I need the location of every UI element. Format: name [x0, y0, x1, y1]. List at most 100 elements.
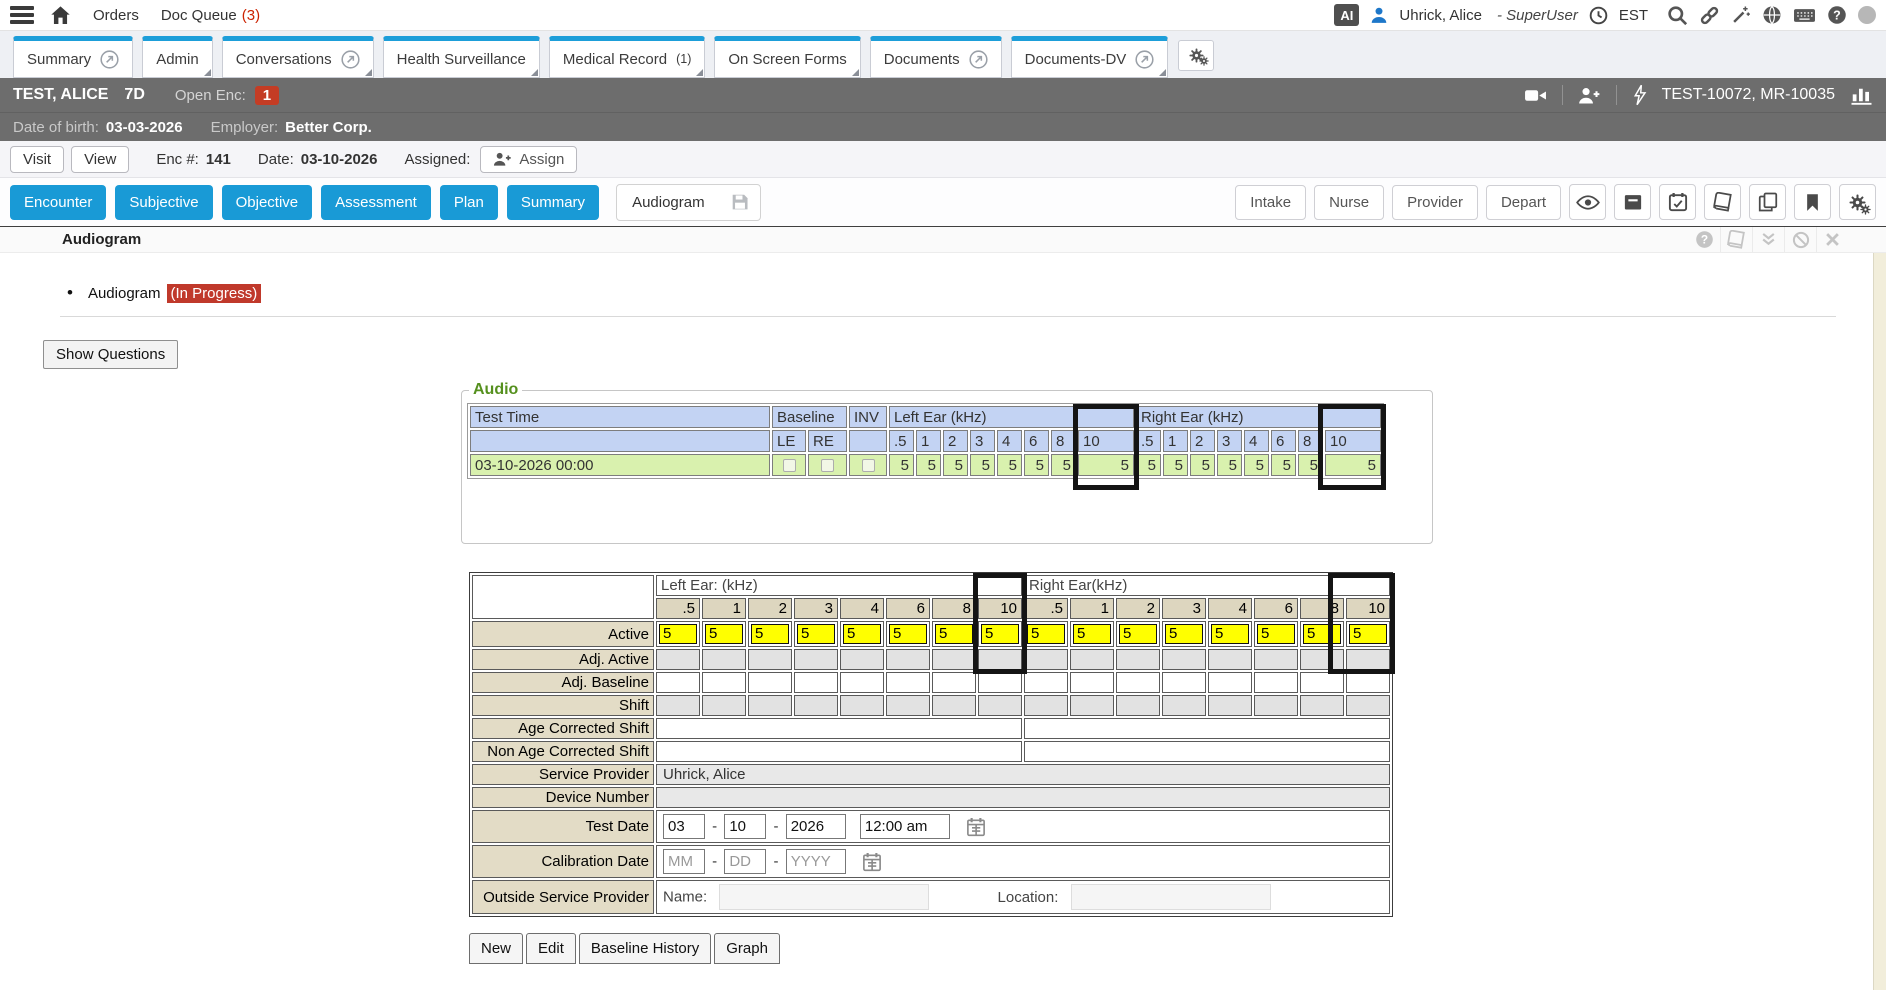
active-threshold-input[interactable]: 5: [843, 624, 881, 644]
user-name[interactable]: Uhrick, Alice: [1399, 7, 1482, 24]
intake-button[interactable]: Intake: [1235, 185, 1306, 220]
depart-button[interactable]: Depart: [1486, 185, 1561, 220]
active-threshold-input[interactable]: 5: [1119, 624, 1157, 644]
calibration-day-input[interactable]: [724, 849, 766, 874]
active-threshold-input[interactable]: 5: [1349, 624, 1387, 644]
external-link-icon[interactable]: [1135, 50, 1154, 69]
test-date-month-input[interactable]: [663, 814, 705, 839]
audiogram-doc-tab[interactable]: Audiogram: [616, 184, 761, 221]
baseline-re-checkbox[interactable]: [821, 459, 834, 472]
active-threshold-input[interactable]: 5: [1303, 624, 1341, 644]
active-threshold-input[interactable]: 5: [659, 624, 697, 644]
tab-health-surveillance[interactable]: Health Surveillance: [383, 36, 540, 78]
external-link-icon[interactable]: [969, 50, 988, 69]
copy-button[interactable]: [1749, 184, 1786, 220]
tab-label: Admin: [156, 51, 199, 68]
calibration-month-input[interactable]: [663, 849, 705, 874]
active-threshold-input[interactable]: 5: [1027, 624, 1065, 644]
search-icon[interactable]: [1667, 5, 1688, 26]
test-date-day-input[interactable]: [724, 814, 766, 839]
active-threshold-input[interactable]: 5: [1073, 624, 1111, 644]
objective-button[interactable]: Objective: [222, 185, 313, 220]
home-icon[interactable]: [50, 5, 71, 26]
tab-medical-record[interactable]: Medical Record (1): [549, 36, 706, 78]
archive-button[interactable]: [1614, 184, 1651, 220]
assign-button[interactable]: Assign: [480, 146, 577, 173]
test-date-calendar-icon[interactable]: [966, 817, 986, 837]
subjective-button[interactable]: Subjective: [115, 185, 212, 220]
edit-button[interactable]: Edit: [526, 933, 576, 964]
calibration-calendar-icon[interactable]: [862, 852, 882, 872]
active-threshold-input[interactable]: 5: [751, 624, 789, 644]
tab-on-screen-forms[interactable]: On Screen Forms: [714, 36, 860, 78]
assessment-button[interactable]: Assessment: [321, 185, 431, 220]
active-threshold-input[interactable]: 5: [797, 624, 835, 644]
view-button[interactable]: View: [71, 146, 129, 173]
tab-conversations[interactable]: Conversations: [222, 36, 374, 78]
new-button[interactable]: New: [469, 933, 523, 964]
add-user-icon[interactable]: [1578, 86, 1601, 105]
open-enc-count-badge[interactable]: 1: [255, 86, 279, 105]
ai-badge[interactable]: AI: [1334, 4, 1359, 26]
baseline-history-button[interactable]: Baseline History: [579, 933, 711, 964]
settings-button[interactable]: [1839, 184, 1876, 220]
orders-link[interactable]: Orders: [93, 7, 139, 24]
bookmark-button[interactable]: [1794, 184, 1831, 220]
active-threshold-input[interactable]: 5: [705, 624, 743, 644]
book-button[interactable]: [1704, 184, 1741, 220]
threshold-value-cell: 5: [1024, 454, 1049, 476]
help-icon[interactable]: ?: [1827, 5, 1847, 25]
show-questions-button[interactable]: Show Questions: [43, 340, 178, 369]
doc-queue-link[interactable]: Doc Queue: [161, 7, 237, 24]
tab-documents[interactable]: Documents: [870, 36, 1002, 78]
summary-button[interactable]: Summary: [507, 185, 599, 220]
outside-service-provider-label: Outside Service Provider: [472, 880, 654, 914]
document-link[interactable]: Audiogram: [88, 285, 161, 302]
lightning-icon[interactable]: [1632, 84, 1647, 106]
external-link-icon[interactable]: [100, 50, 119, 69]
active-threshold-input[interactable]: 5: [981, 624, 1019, 644]
encounter-button[interactable]: Encounter: [10, 185, 106, 220]
provider-button[interactable]: Provider: [1392, 185, 1478, 220]
hamburger-menu-icon[interactable]: [10, 6, 34, 24]
link-icon[interactable]: [1699, 5, 1720, 26]
globe-icon[interactable]: [1762, 5, 1782, 25]
external-link-icon[interactable]: [341, 50, 360, 69]
visit-button[interactable]: Visit: [10, 146, 64, 173]
keyboard-icon[interactable]: [1793, 6, 1816, 25]
active-threshold-input[interactable]: 5: [889, 624, 927, 644]
frequency-header-cell: 4: [840, 598, 884, 619]
close-icon[interactable]: [1816, 227, 1848, 252]
plan-button[interactable]: Plan: [440, 185, 498, 220]
save-icon[interactable]: [720, 185, 760, 220]
book-icon[interactable]: [1720, 227, 1752, 252]
test-date-year-input[interactable]: [786, 814, 846, 839]
eye-button[interactable]: [1569, 184, 1606, 220]
calendar-check-button[interactable]: [1659, 184, 1696, 220]
wand-icon[interactable]: [1731, 5, 1751, 25]
tab-documents-dv[interactable]: Documents-DV: [1011, 36, 1169, 78]
inv-checkbox[interactable]: [862, 459, 875, 472]
ban-icon[interactable]: [1784, 227, 1816, 252]
test-time-input[interactable]: [860, 814, 950, 839]
audio-grid-cell: [1254, 649, 1298, 670]
active-threshold-cell: 5: [1024, 621, 1068, 647]
active-threshold-input[interactable]: 5: [1257, 624, 1295, 644]
calibration-year-input[interactable]: [786, 849, 846, 874]
tab-settings-button[interactable]: [1178, 40, 1214, 71]
active-threshold-input[interactable]: 5: [1211, 624, 1249, 644]
help-circle-icon[interactable]: ?: [1688, 227, 1720, 252]
chart-icon[interactable]: [1850, 85, 1873, 105]
tab-summary[interactable]: Summary: [13, 36, 133, 78]
active-threshold-input[interactable]: 5: [1165, 624, 1203, 644]
patient-name: TEST, ALICE: [13, 86, 108, 104]
baseline-le-checkbox[interactable]: [783, 459, 796, 472]
video-camera-icon[interactable]: [1524, 87, 1547, 104]
scrollbar[interactable]: [1873, 253, 1886, 990]
active-threshold-input[interactable]: 5: [935, 624, 973, 644]
chevron-double-down-icon[interactable]: [1752, 227, 1784, 252]
active-threshold-cell: 5: [1346, 621, 1390, 647]
tab-admin[interactable]: Admin: [142, 36, 213, 78]
nurse-button[interactable]: Nurse: [1314, 185, 1384, 220]
graph-button[interactable]: Graph: [714, 933, 780, 964]
